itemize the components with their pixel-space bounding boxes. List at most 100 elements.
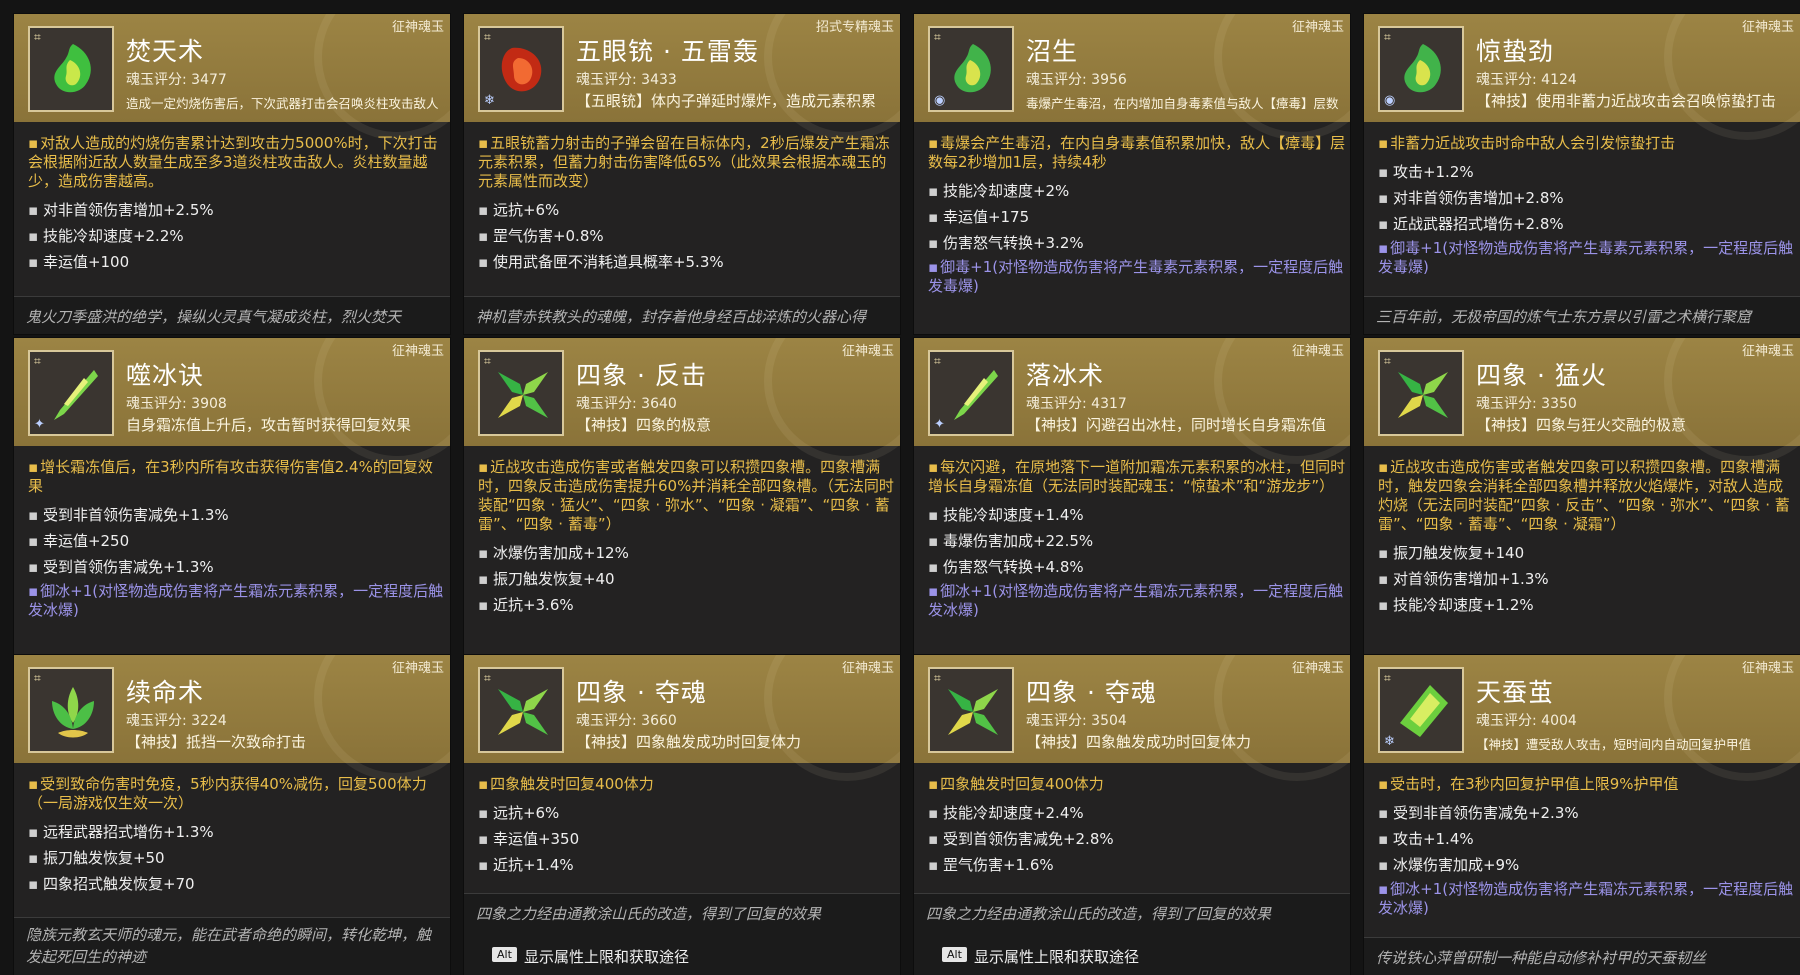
element-bonus: 御冰+1(对怪物造成伤害将产生霜冻元素积累，一定程度后触发冰爆)	[928, 582, 1346, 620]
alt-key-icon[interactable]: Alt	[942, 947, 967, 962]
card-header: 征神魂玉 ⌗ 四象 · 夺魂 魂玉评分: 3660 【神技】四象触发成功时回复体…	[464, 655, 900, 781]
stat-line: 四象招式触发恢复+70	[28, 871, 446, 897]
jade-card[interactable]: 征神魂玉 ⌗ ❄ 天蚕茧 魂玉评分: 4004 【神技】遭受敌人攻击，短时间内自动…	[1364, 655, 1800, 975]
card-body: 毒爆会产生毒沼，在内自身毒素值积累加快，敌人【瘴毒】层数每2秒增加1层，持续4秒…	[928, 134, 1346, 296]
card-header: 征神魂玉 ⌗ ◉ 沼生 魂玉评分: 3956 毒爆产生毒沼，在内增加自身毒素值与敌…	[914, 14, 1350, 140]
jade-score: 魂玉评分: 3640	[576, 396, 677, 412]
card-header: 征神魂玉 ⌗ 续命术 魂玉评分: 3224 【神技】抵挡一次致命打击	[14, 655, 450, 781]
stat-line: 毒爆伤害加成+22.5%	[928, 528, 1346, 554]
card-body: 近战攻击造成伤害或者触发四象可以积攒四象槽。四象槽满时，四象反击造成伤害提升60…	[478, 458, 896, 618]
card-body: 四象触发时回复400体力 远抗+6% 幸运值+350 近抗+1.4%	[478, 775, 896, 878]
card-header: 征神魂玉 ⌗ 焚天术 魂玉评分: 3477 造成一定灼烧伤害后，下次武器打击会召…	[14, 14, 450, 140]
jade-card[interactable]: 招式专精魂玉 ⌗ ❄ 五眼铳 · 五雷轰 魂玉评分: 3433 【五眼铳】体内子弹…	[464, 14, 900, 334]
jade-card[interactable]: 征神魂玉 ⌗ 续命术 魂玉评分: 3224 【神技】抵挡一次致命打击 受到致命伤…	[14, 655, 450, 975]
four-symbols-jade-icon: ⌗	[478, 667, 564, 753]
primary-effect: 四象触发时回复400体力	[478, 775, 896, 794]
jade-type-tag: 征神魂玉	[1741, 20, 1794, 35]
primary-effect: 四象触发时回复400体力	[928, 775, 1346, 794]
card-header: 征神魂玉 ⌗ ◉ 惊蛰劲 魂玉评分: 4124 【神技】使用非蓄力近战攻击会召唤惊…	[1364, 14, 1800, 140]
green-serpent-jade-icon: ⌗ ◉	[928, 26, 1014, 112]
card-header: 征神魂玉 ⌗ 四象 · 夺魂 魂玉评分: 3504 【神技】四象触发成功时回复体…	[914, 655, 1350, 781]
stat-line: 使用武备匣不消耗道具概率+5.3%	[478, 249, 896, 275]
jade-title: 惊蛰劲	[1476, 37, 1555, 66]
jade-score: 魂玉评分: 4004	[1476, 713, 1577, 729]
jade-card[interactable]: 征神魂玉 ⌗ ◉ 惊蛰劲 魂玉评分: 4124 【神技】使用非蓄力近战攻击会召唤惊…	[1364, 14, 1800, 334]
jade-type-tag: 征神魂玉	[841, 661, 894, 676]
flavor-text: 隐族元教玄天师的魂元，能在武者命绝的瞬间，转化乾坤，触发起死回生的神迹	[14, 917, 450, 975]
alt-hint-row: Alt 显示属性上限和获取途径	[914, 937, 1350, 975]
card-body: 五眼铳蓄力射击的子弹会留在目标体内，2秒后爆发产生霜冻元素积累，但蓄力射击伤害降…	[478, 134, 896, 275]
stat-line: 技能冷却速度+2%	[928, 178, 1346, 204]
card-header: 征神魂玉 ⌗ ❄ 天蚕茧 魂玉评分: 4004 【神技】遭受敌人攻击，短时间内自动…	[1364, 655, 1800, 781]
flavor-text: 传说铁心萍曾研制一种能自动修补衬甲的天蚕韧丝	[1364, 937, 1800, 975]
primary-effect: 近战攻击造成伤害或者触发四象可以积攒四象槽。四象槽满时，四象反击造成伤害提升60…	[478, 458, 896, 534]
stat-line: 对非首领伤害增加+2.8%	[1378, 185, 1796, 211]
jade-subtitle: 【神技】遭受敌人攻击，短时间内自动回复护甲值	[1476, 737, 1752, 752]
card-header: 征神魂玉 ⌗ ✦ 噬冰诀 魂玉评分: 3908 自身霜冻值上升后，攻击暂时获得回复…	[14, 338, 450, 464]
jade-subtitle: 毒爆产生毒沼，在内增加自身毒素值与敌人【瘴毒】层数	[1026, 96, 1339, 111]
stat-line: 对非首领伤害增加+2.5%	[28, 197, 446, 223]
jade-subtitle: 【神技】四象与狂火交融的极意	[1476, 416, 1687, 434]
card-body: 近战攻击造成伤害或者触发四象可以积攒四象槽。四象槽满时，触发四象会消耗全部四象槽…	[1378, 458, 1796, 618]
stat-line: 近战武器招式增伤+2.8%	[1378, 211, 1796, 237]
primary-effect: 增长霜冻值后，在3秒内所有攻击获得伤害值2.4%的回复效果	[28, 458, 446, 496]
jade-subtitle: 【神技】四象触发成功时回复体力	[1026, 733, 1252, 751]
jade-card[interactable]: 征神魂玉 ⌗ 四象 · 夺魂 魂玉评分: 3504 【神技】四象触发成功时回复体…	[914, 655, 1350, 975]
jade-subtitle: 【五眼铳】体内子弹延时爆炸，造成元素积累	[576, 92, 877, 110]
ice-blade-jade-icon: ⌗ ✦	[928, 350, 1014, 436]
jade-type-tag: 征神魂玉	[841, 344, 894, 359]
stat-line: 振刀触发恢复+140	[1378, 540, 1796, 566]
jade-card[interactable]: 征神魂玉 ⌗ 四象 · 猛火 魂玉评分: 3350 【神技】四象与狂火交融的极意…	[1364, 338, 1800, 658]
soul-jade-grid: 征神魂玉 ⌗ 焚天术 魂玉评分: 3477 造成一定灼烧伤害后，下次武器打击会召…	[0, 0, 1800, 975]
jade-score: 魂玉评分: 4124	[1476, 72, 1577, 88]
card-body: 受到致命伤害时免疫，5秒内获得40%减伤，回复500体力（一局游戏仅生效一次） …	[28, 775, 446, 897]
jade-title: 沼生	[1026, 37, 1079, 66]
jade-type-tag: 征神魂玉	[391, 344, 444, 359]
jade-card[interactable]: 征神魂玉 ⌗ 焚天术 魂玉评分: 3477 造成一定灼烧伤害后，下次武器打击会召…	[14, 14, 450, 334]
jade-card[interactable]: 征神魂玉 ⌗ 四象 · 反击 魂玉评分: 3640 【神技】四象的极意 近战攻击…	[464, 338, 900, 658]
stat-line: 受到首领伤害减免+1.3%	[28, 554, 446, 580]
flavor-text: 四象之力经由通教涂山氏的改造，得到了回复的效果	[464, 893, 900, 938]
alt-hint-row: Alt 显示属性上限和获取途径	[464, 937, 900, 975]
element-bonus: 御毒+1(对怪物造成伤害将产生毒素元素积累，一定程度后触发毒爆)	[1378, 239, 1796, 277]
card-body: 对敌人造成的灼烧伤害累计达到攻击力5000%时，下次打击会根据附近敌人数量生成至…	[28, 134, 446, 275]
alt-hint-text: 显示属性上限和获取途径	[524, 948, 690, 966]
jade-score: 魂玉评分: 3956	[1026, 72, 1127, 88]
four-symbols-jade-icon: ⌗	[1378, 350, 1464, 436]
alt-key-icon[interactable]: Alt	[492, 947, 517, 962]
primary-effect: 对敌人造成的灼烧伤害累计达到攻击力5000%时，下次打击会根据附近敌人数量生成至…	[28, 134, 446, 191]
stat-line: 冰爆伤害加成+12%	[478, 540, 896, 566]
stat-line: 伤害怒气转换+3.2%	[928, 230, 1346, 256]
jade-type-tag: 招式专精魂玉	[815, 20, 894, 35]
jade-type-tag: 征神魂玉	[1741, 661, 1794, 676]
card-body: 增长霜冻值后，在3秒内所有攻击获得伤害值2.4%的回复效果 受到非首领伤害减免+…	[28, 458, 446, 620]
jade-title: 四象 · 猛火	[1476, 361, 1607, 390]
lotus-jade-icon: ⌗	[28, 667, 114, 753]
jade-card[interactable]: 征神魂玉 ⌗ ◉ 沼生 魂玉评分: 3956 毒爆产生毒沼，在内增加自身毒素值与敌…	[914, 14, 1350, 334]
stat-line: 近抗+1.4%	[478, 852, 896, 878]
jade-type-tag: 征神魂玉	[391, 20, 444, 35]
jade-card[interactable]: 征神魂玉 ⌗ ✦ 落冰术 魂玉评分: 4317 【神技】闪避召出冰柱，同时增长自身…	[914, 338, 1350, 658]
jade-type-tag: 征神魂玉	[1741, 344, 1794, 359]
jade-title: 五眼铳 · 五雷轰	[576, 37, 759, 66]
stat-line: 受到首领伤害减免+2.8%	[928, 826, 1346, 852]
jade-title: 天蚕茧	[1476, 678, 1555, 707]
stat-line: 幸运值+250	[28, 528, 446, 554]
jade-score: 魂玉评分: 3350	[1476, 396, 1577, 412]
jade-title: 噬冰诀	[126, 361, 205, 390]
flavor-text: 神机营赤铁教头的魂魄，封存着他身经百战淬炼的火器心得	[464, 296, 900, 334]
jade-card[interactable]: 征神魂玉 ⌗ ✦ 噬冰诀 魂玉评分: 3908 自身霜冻值上升后，攻击暂时获得回复…	[14, 338, 450, 658]
alt-hint-text: 显示属性上限和获取途径	[974, 948, 1140, 966]
four-symbols-jade-icon: ⌗	[478, 350, 564, 436]
stat-line: 攻击+1.2%	[1378, 159, 1796, 185]
stat-line: 振刀触发恢复+50	[28, 845, 446, 871]
primary-effect: 受击时，在3秒内回复护甲值上限9%护甲值	[1378, 775, 1796, 794]
jade-score: 魂玉评分: 3908	[126, 396, 227, 412]
jade-subtitle: 【神技】抵挡一次致命打击	[126, 733, 307, 751]
jade-subtitle: 造成一定灼烧伤害后，下次武器打击会召唤炎柱攻击敌人	[126, 96, 439, 111]
jade-score: 魂玉评分: 3504	[1026, 713, 1127, 729]
four-symbols-jade-icon: ⌗	[928, 667, 1014, 753]
jade-title: 四象 · 反击	[576, 361, 707, 390]
stat-line: 远抗+6%	[478, 800, 896, 826]
jade-card[interactable]: 征神魂玉 ⌗ 四象 · 夺魂 魂玉评分: 3660 【神技】四象触发成功时回复体…	[464, 655, 900, 975]
